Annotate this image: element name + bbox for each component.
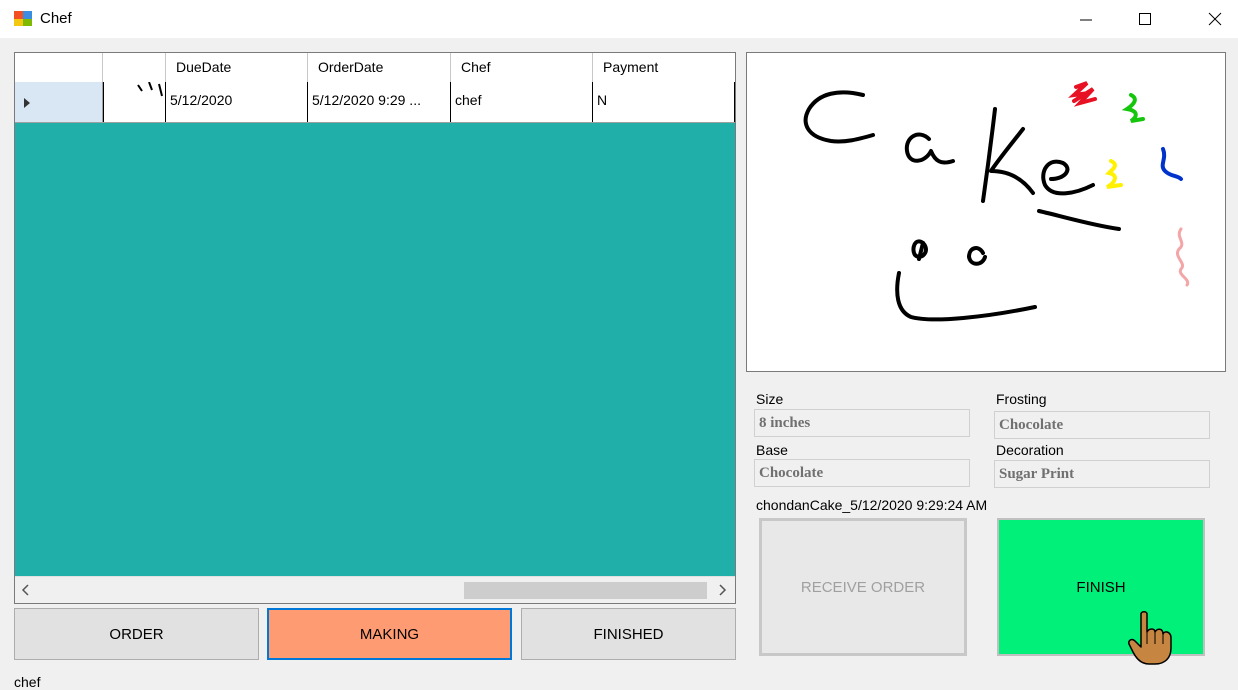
row-chef[interactable]: chef (451, 82, 593, 122)
row-orderdate[interactable]: 5/12/2020 9:29 ... (308, 82, 451, 122)
size-label: Size (756, 391, 784, 407)
scroll-left-icon[interactable] (19, 583, 33, 597)
cake-thumbnail (137, 82, 163, 97)
window-title: Chef (40, 10, 72, 27)
horizontal-scrollbar[interactable] (15, 576, 735, 603)
row-selector[interactable] (15, 82, 103, 122)
close-icon (1208, 12, 1222, 26)
decoration-label: Decoration (996, 442, 1064, 458)
order-tab-button[interactable]: ORDER (14, 608, 259, 660)
header-col-chef[interactable]: Chef (451, 53, 593, 82)
orders-grid[interactable]: DueDate OrderDate Chef Payment 5/12/2020… (14, 52, 736, 604)
finished-tab-button[interactable]: FINISHED (521, 608, 736, 660)
row-payment[interactable]: N (593, 82, 735, 122)
hand-pointer-icon (1128, 611, 1172, 665)
size-field[interactable]: 8 inches (754, 409, 970, 437)
grid-header: DueDate OrderDate Chef Payment (15, 53, 735, 83)
decoration-field[interactable]: Sugar Print (994, 460, 1210, 488)
title-bar: Chef (0, 0, 1238, 38)
frosting-field[interactable]: Chocolate (994, 411, 1210, 439)
cake-drawing-canvas[interactable] (746, 52, 1226, 372)
row-pointer-icon (24, 98, 30, 108)
frosting-label: Frosting (996, 391, 1047, 407)
header-col-orderdate[interactable]: OrderDate (308, 53, 451, 82)
making-tab-button[interactable]: MAKING (267, 608, 512, 660)
maximize-icon (1139, 13, 1151, 25)
minimize-icon (1080, 19, 1092, 21)
header-col-duedate[interactable]: DueDate (166, 53, 308, 82)
minimize-button[interactable] (1063, 0, 1109, 38)
maximize-button[interactable] (1122, 0, 1168, 38)
base-label: Base (756, 442, 788, 458)
table-row[interactable]: 5/12/2020 5/12/2020 9:29 ... chef N (15, 82, 735, 123)
scroll-right-icon[interactable] (715, 583, 729, 597)
scrollbar-thumb[interactable] (464, 582, 707, 599)
header-col-payment[interactable]: Payment (593, 53, 735, 82)
close-button[interactable] (1192, 0, 1238, 38)
header-row-selector (15, 53, 103, 82)
row-image-cell[interactable] (103, 82, 166, 122)
cake-drawing (803, 81, 1190, 322)
row-duedate[interactable]: 5/12/2020 (166, 82, 308, 122)
order-id-label: chondanCake_5/12/2020 9:29:24 AM (756, 497, 988, 513)
base-field[interactable]: Chocolate (754, 459, 970, 487)
receive-order-button[interactable]: RECEIVE ORDER (759, 518, 967, 656)
app-icon (14, 11, 32, 26)
header-col-blank[interactable] (103, 53, 166, 82)
